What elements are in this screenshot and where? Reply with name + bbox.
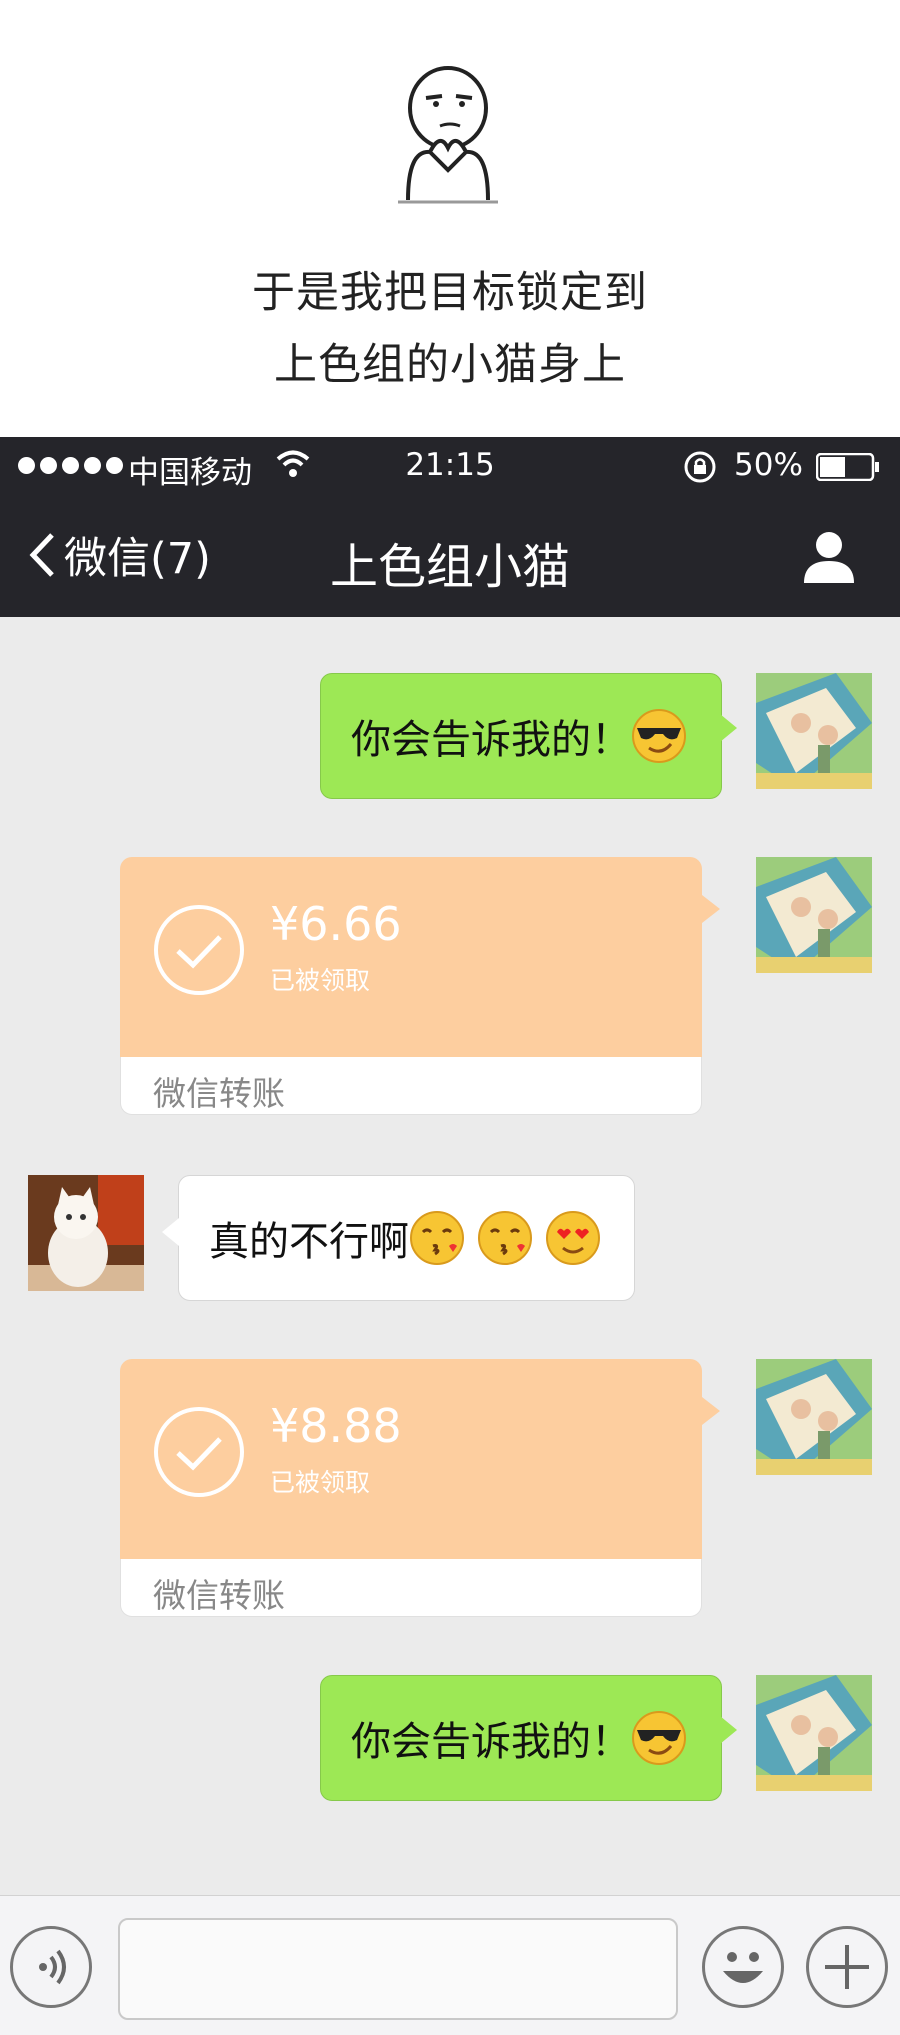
check-circle-icon bbox=[154, 1407, 244, 1497]
rotation-lock-icon bbox=[684, 451, 716, 483]
message-list[interactable]: 你会告诉我的！ ¥6.66 已被领取 微信转账 真的不行啊 ¥8.88 已被领取… bbox=[0, 617, 900, 1895]
more-functions-button[interactable] bbox=[806, 1926, 888, 2008]
cool-sunglasses-emoji-icon bbox=[632, 709, 686, 763]
heart-eyes-emoji-icon bbox=[546, 1211, 600, 1265]
plus-icon bbox=[825, 1945, 869, 1989]
transfer-label: 微信转账 bbox=[153, 1576, 285, 1615]
message-input[interactable] bbox=[118, 1918, 678, 2020]
transfer-status: 已被领取 bbox=[270, 1468, 371, 1497]
my-avatar[interactable] bbox=[756, 1359, 872, 1475]
message-bubble-received[interactable]: 真的不行啊 bbox=[162, 1175, 635, 1301]
voice-icon bbox=[39, 1949, 66, 1985]
transfer-label: 微信转账 bbox=[153, 1074, 285, 1113]
caption-line-2: 上色组的小猫身上 bbox=[274, 340, 626, 390]
smiley-icon bbox=[723, 1952, 763, 1983]
kiss-emoji-icon bbox=[410, 1211, 464, 1265]
emoji-button[interactable] bbox=[702, 1926, 784, 2008]
cat-avatar-image bbox=[28, 1175, 144, 1291]
message-text: 你会告诉我的！ bbox=[351, 717, 631, 763]
check-circle-icon bbox=[154, 905, 244, 995]
caption-line-1: 于是我把目标锁定到 bbox=[252, 268, 648, 318]
battery-icon bbox=[816, 453, 879, 481]
contact-profile-icon[interactable] bbox=[800, 527, 858, 585]
kiss-emoji-icon bbox=[478, 1211, 532, 1265]
meme-face-illustration bbox=[398, 66, 498, 204]
my-avatar[interactable] bbox=[756, 1675, 872, 1791]
transfer-card[interactable]: ¥6.66 已被领取 微信转账 bbox=[120, 857, 720, 1115]
transfer-card[interactable]: ¥8.88 已被领取 微信转账 bbox=[120, 1359, 720, 1617]
message-bubble-sent[interactable]: 你会告诉我的！ bbox=[320, 673, 737, 799]
voice-input-button[interactable] bbox=[10, 1926, 92, 2008]
transfer-amount: ¥6.66 bbox=[270, 897, 402, 951]
avatar-image bbox=[756, 673, 872, 789]
avatar-image bbox=[756, 1675, 872, 1791]
transfer-amount: ¥8.88 bbox=[270, 1399, 402, 1453]
message-bubble-sent[interactable]: 你会告诉我的！ bbox=[320, 1675, 737, 1801]
battery-percentage: 50% bbox=[734, 447, 803, 483]
cool-sunglasses-emoji-icon bbox=[632, 1711, 686, 1765]
avatar-image bbox=[756, 1359, 872, 1475]
status-bar: 中国移动 21:15 50% bbox=[0, 437, 900, 495]
my-avatar[interactable] bbox=[756, 857, 872, 973]
contact-avatar[interactable] bbox=[28, 1175, 144, 1291]
message-text: 真的不行啊 bbox=[209, 1219, 409, 1265]
transfer-status: 已被领取 bbox=[270, 966, 371, 995]
chat-title: 上色组小猫 bbox=[329, 539, 570, 595]
message-text: 你会告诉我的！ bbox=[351, 1719, 631, 1765]
chat-input-bar bbox=[0, 1895, 900, 2035]
avatar-image bbox=[756, 857, 872, 973]
chat-nav-bar: 微信(7) 上色组小猫 bbox=[0, 495, 900, 617]
my-avatar[interactable] bbox=[756, 673, 872, 789]
comic-caption-panel: 于是我把目标锁定到 上色组的小猫身上 bbox=[0, 0, 900, 437]
